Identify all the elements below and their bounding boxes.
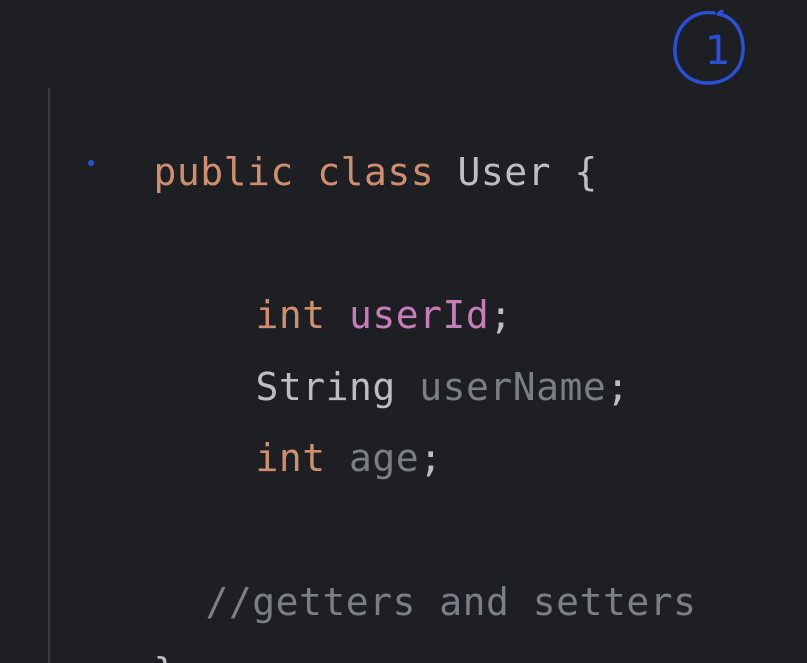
semicolon: ; (419, 436, 443, 480)
field-age: age (349, 436, 420, 480)
code-line-comment: //getters and setters (112, 530, 696, 624)
semicolon: ; (606, 365, 630, 409)
code-line-user-name: String userName; (162, 315, 630, 409)
indent-guide (48, 88, 50, 663)
class-name: User (457, 150, 551, 194)
annotation-circle-icon: 1 (673, 10, 745, 85)
annotation-ink-dot (88, 160, 94, 166)
open-brace: { (574, 150, 598, 194)
comment-text: //getters and setters (205, 580, 697, 624)
code-line-user-id: int userId; (162, 243, 513, 337)
type-int: int (255, 436, 326, 480)
keyword-class: class (317, 150, 435, 194)
field-user-name: userName (419, 365, 607, 409)
code-line-age: int age; (162, 386, 443, 480)
close-brace: } (154, 650, 177, 663)
annotation-number: 1 (705, 28, 730, 74)
keyword-public: public (153, 150, 294, 194)
code-editor: public class User { int userId; String u… (0, 0, 807, 663)
code-line-close-brace: } (60, 600, 177, 663)
code-line-class-declaration: public class User { (60, 100, 598, 194)
